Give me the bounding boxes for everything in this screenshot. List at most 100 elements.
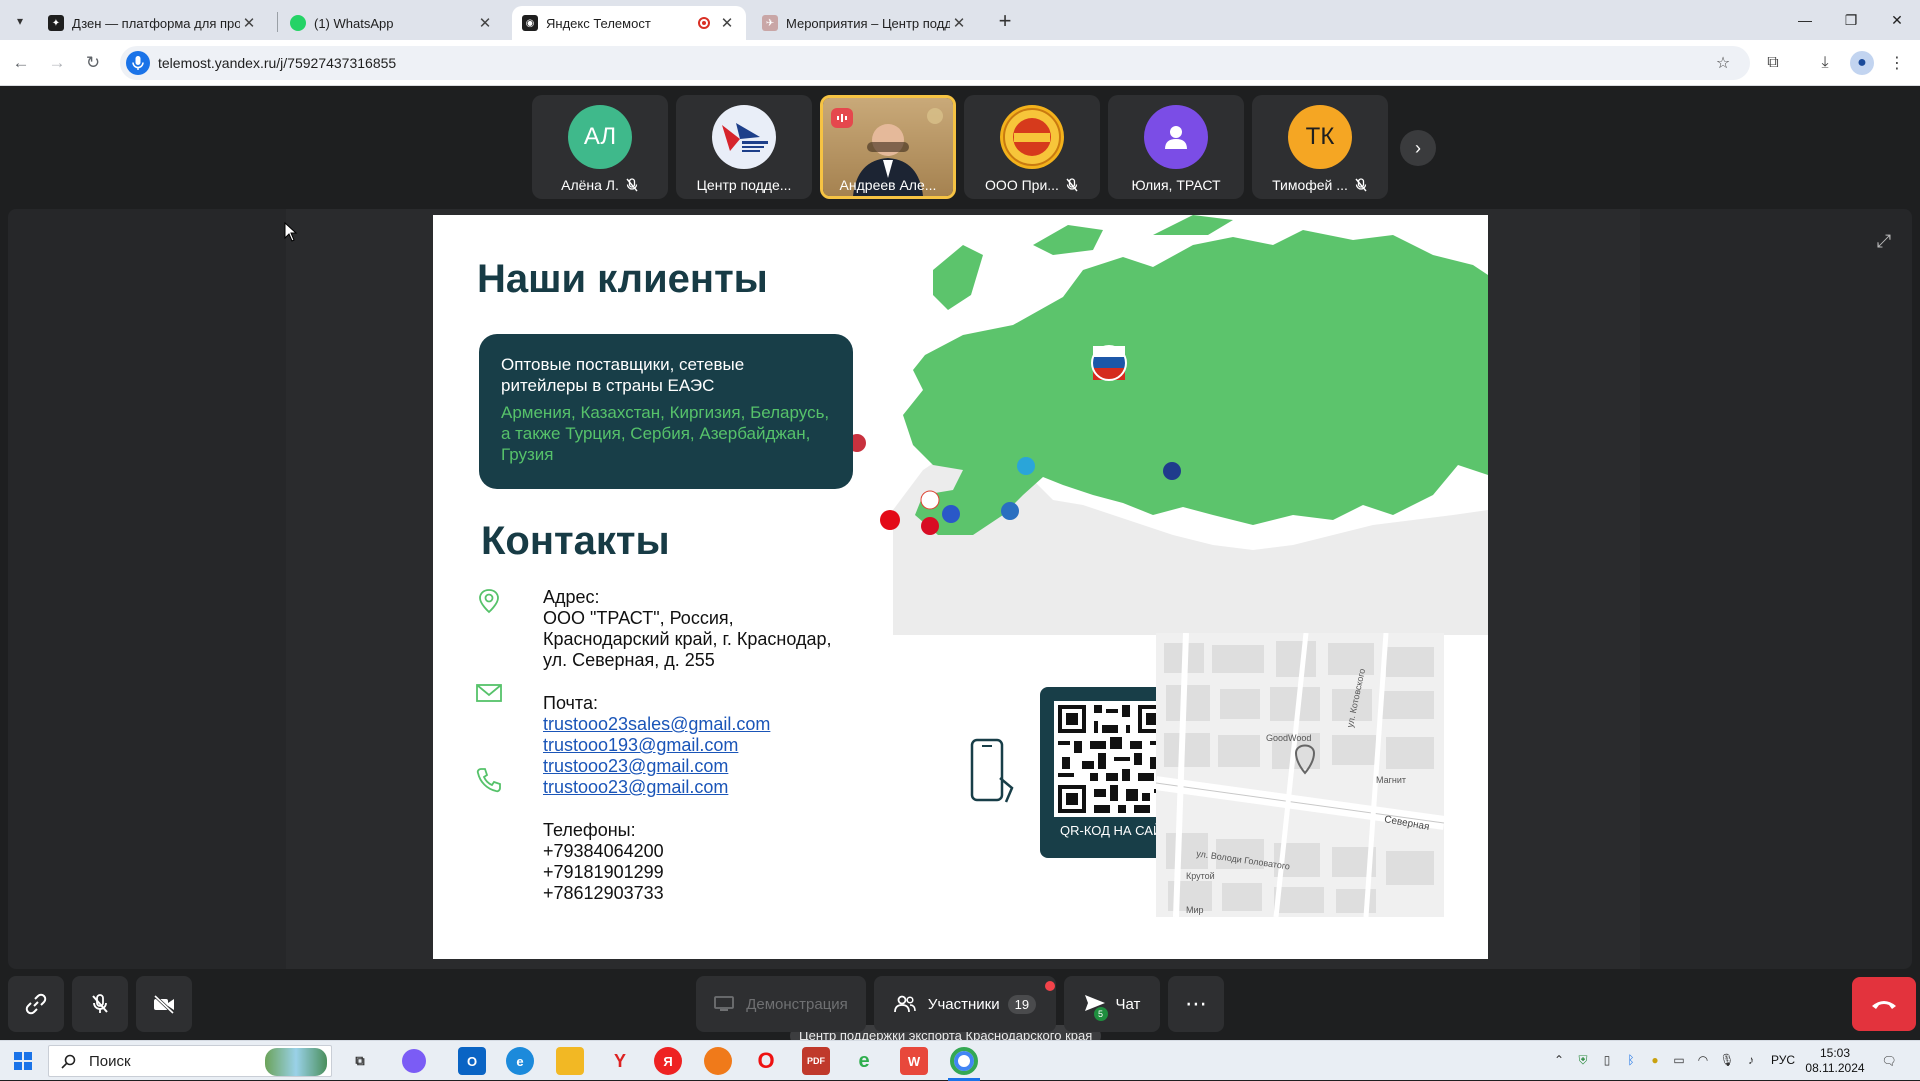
security-shield-icon[interactable]: ⛨ — [1574, 1051, 1592, 1069]
back-button[interactable]: ← — [8, 50, 34, 76]
link-icon — [25, 993, 47, 1015]
fullscreen-icon[interactable]: ⤢ — [1870, 227, 1898, 255]
browser-menu-icon[interactable]: ⋮ — [1886, 52, 1908, 74]
profile-avatar[interactable]: ● — [1850, 51, 1874, 75]
extensions-icon[interactable]: ⧉ — [1762, 52, 1784, 74]
participant-name-row: Тимофей ... — [1252, 177, 1388, 193]
url-text: telemost.yandex.ru/j/75927437316855 — [158, 55, 397, 71]
microphone-toggle-button[interactable] — [72, 976, 128, 1032]
tab-telemost[interactable]: ◉ Яндекс Телемост ✕ — [512, 6, 746, 40]
file-explorer-icon[interactable] — [556, 1047, 584, 1075]
edge-icon[interactable]: e — [506, 1047, 534, 1075]
usb-icon[interactable]: ▯ — [1598, 1051, 1616, 1069]
screen-share-icon — [714, 996, 735, 1011]
taskbar-search-box[interactable]: Поиск — [48, 1045, 332, 1077]
leave-call-button[interactable] — [1852, 977, 1916, 1031]
muted-mic-icon — [92, 994, 108, 1013]
minimize-button[interactable]: — — [1782, 0, 1828, 40]
tab-search-icon[interactable]: ▾ — [8, 9, 32, 33]
camera-off-icon — [153, 994, 175, 1015]
download-icon[interactable]: ⤓ — [1814, 52, 1836, 74]
copy-link-button[interactable] — [8, 976, 64, 1032]
address-line: Краснодарский край, г. Краснодар, — [543, 629, 832, 649]
microphone-in-use-icon[interactable] — [126, 51, 150, 75]
yandex-browser-icon[interactable]: Y — [606, 1047, 634, 1075]
new-tab-button[interactable]: + — [992, 8, 1018, 34]
close-icon[interactable]: ✕ — [476, 14, 494, 32]
participant-name: Тимофей ... — [1272, 177, 1348, 193]
muted-mic-icon — [626, 178, 638, 192]
participant-tile[interactable]: АЛ Алёна Л. — [532, 95, 668, 199]
participant-tile[interactable]: ООО При... — [964, 95, 1100, 199]
tab-dzen[interactable]: ✦ Дзен — платформа для просм… ✕ — [38, 6, 268, 40]
copilot-icon[interactable] — [402, 1049, 426, 1073]
search-highlight-image — [265, 1048, 327, 1076]
tab-separator — [277, 12, 278, 32]
participant-tile[interactable]: ТК Тимофей ... — [1252, 95, 1388, 199]
dzen-icon: ✦ — [48, 15, 64, 31]
avatar: ТК — [1288, 105, 1352, 169]
chat-button[interactable]: 5 Чат — [1064, 976, 1160, 1032]
notifications-icon[interactable]: 🗨 — [1878, 1050, 1900, 1072]
volume-icon[interactable]: ♪ — [1742, 1051, 1760, 1069]
forward-button[interactable]: → — [44, 50, 70, 76]
participant-name-row: Центр подде... — [676, 177, 812, 193]
location-pin-icon — [479, 589, 499, 614]
more-options-button[interactable]: ⋯ — [1168, 976, 1224, 1032]
email-block: Почта: trustooo23sales@gmail.com trustoo… — [543, 693, 770, 798]
screen-share-button[interactable]: Демонстрация — [696, 976, 866, 1032]
next-participants-button[interactable]: › — [1400, 130, 1436, 166]
participants-button[interactable]: Участники 19 — [874, 976, 1056, 1032]
qr-code[interactable] — [1054, 701, 1170, 817]
app-tray-icon[interactable]: ● — [1646, 1051, 1664, 1069]
participant-name: Алёна Л. — [561, 177, 619, 193]
wifi-icon[interactable]: ◠ — [1694, 1051, 1712, 1069]
close-icon[interactable]: ✕ — [950, 14, 968, 32]
participant-tile-active-speaker[interactable]: Андреев Але... — [820, 95, 956, 199]
reload-button[interactable]: ↻ — [80, 50, 106, 76]
close-icon[interactable]: ✕ — [240, 14, 258, 32]
address-bar[interactable]: telemost.yandex.ru/j/75927437316855 — [120, 46, 1750, 80]
participant-tile[interactable]: Центр подде... — [676, 95, 812, 199]
bluetooth-icon[interactable]: ᛒ — [1622, 1051, 1640, 1069]
tab-events[interactable]: ✈ Мероприятия – Центр поддер… ✕ — [752, 6, 978, 40]
email-link[interactable]: trustooo23@gmail.com — [543, 777, 770, 798]
participant-tile[interactable]: Юлия, ТРАСТ — [1108, 95, 1244, 199]
camera-toggle-button[interactable] — [136, 976, 192, 1032]
task-view-icon[interactable]: ⧉ — [346, 1047, 374, 1075]
yandex-icon[interactable]: Я — [654, 1047, 682, 1075]
phones-block: Телефоны: +79384064200 +79181901299 +786… — [543, 820, 664, 904]
email-link[interactable]: trustooo193@gmail.com — [543, 735, 770, 756]
address-label: Адрес: — [543, 587, 600, 607]
display-icon[interactable]: ▭ — [1670, 1051, 1688, 1069]
bookmark-star-icon[interactable]: ☆ — [1712, 52, 1734, 74]
input-language[interactable]: РУС — [1771, 1053, 1795, 1067]
tab-whatsapp[interactable]: (1) WhatsApp ✕ — [280, 6, 504, 40]
email-link[interactable]: trustooo23sales@gmail.com — [543, 714, 770, 735]
system-clock[interactable]: 15:03 08.11.2024 — [1805, 1046, 1865, 1076]
email-link[interactable]: trustooo23@gmail.com — [543, 756, 770, 777]
outlook-icon[interactable]: O — [458, 1047, 486, 1075]
address-line: ООО "ТРАСТ", Россия, — [543, 608, 734, 628]
windows-start-icon[interactable] — [14, 1052, 32, 1070]
participant-name-row: ООО При... — [964, 177, 1100, 193]
shared-presentation-slide: Наши клиенты Оптовые поставщики, сетевые… — [433, 215, 1488, 959]
more-dots-icon: ⋯ — [1185, 991, 1207, 1016]
phone-number: +79181901299 — [543, 862, 664, 882]
pdf-reader-icon[interactable]: PDF — [802, 1047, 830, 1075]
street-map: Северная GoodWood Магнит Крутой Мир ул. … — [1156, 633, 1444, 917]
chrome-icon[interactable] — [950, 1047, 978, 1075]
green-app-icon[interactable]: e — [850, 1047, 878, 1075]
wps-office-icon[interactable]: W — [900, 1047, 928, 1075]
browser-toolbar: ← → ↻ telemost.yandex.ru/j/7592743731685… — [0, 40, 1920, 86]
contacts-heading: Контакты — [481, 519, 670, 563]
window-close-button[interactable]: ✕ — [1874, 0, 1920, 40]
participant-name: Юлия, ТРАСТ — [1131, 177, 1221, 193]
restore-button[interactable]: ❐ — [1828, 0, 1874, 40]
microphone-tray-icon[interactable]: 🎙 — [1718, 1051, 1736, 1069]
firefox-icon[interactable] — [704, 1047, 732, 1075]
tray-expand-icon[interactable]: ⌃ — [1550, 1051, 1568, 1069]
opera-icon[interactable]: O — [752, 1047, 780, 1075]
close-icon[interactable]: ✕ — [718, 14, 736, 32]
recording-icon — [698, 17, 710, 29]
